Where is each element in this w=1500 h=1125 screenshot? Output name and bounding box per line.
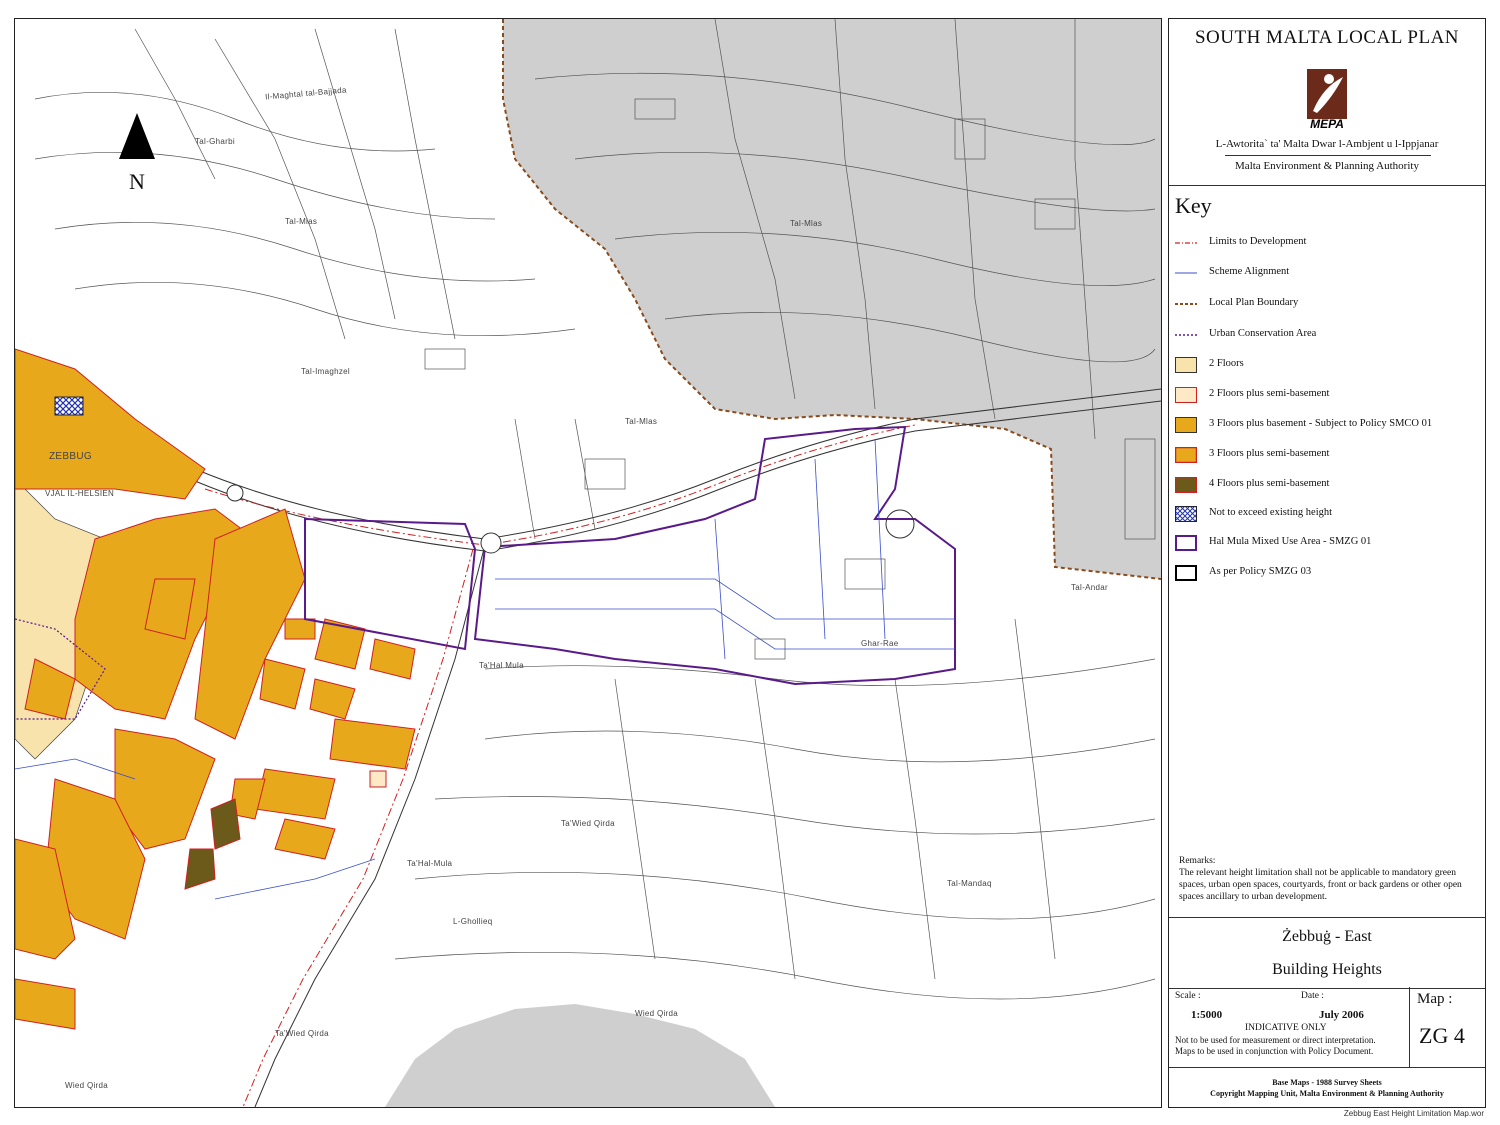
place-label: Tal-Mlas xyxy=(625,417,658,426)
place-label: ZEBBUG xyxy=(49,451,92,462)
place-label: Ta'Wied Qirda xyxy=(275,1029,329,1038)
dashed-line-icon xyxy=(1175,303,1197,305)
remarks: Remarks: The relevant height limitation … xyxy=(1179,855,1479,903)
key-item-2floors-semi: 2 Floors plus semi-basement xyxy=(1175,385,1481,407)
swatch-icon xyxy=(1175,357,1197,373)
swatch-icon xyxy=(1175,417,1197,433)
remarks-title: Remarks: xyxy=(1179,856,1216,866)
place-label: Ghar-Rae xyxy=(861,639,899,648)
plan-title: SOUTH MALTA LOCAL PLAN xyxy=(1194,27,1460,48)
date-value: July 2006 xyxy=(1319,1009,1364,1021)
swatch-icon xyxy=(1175,447,1197,463)
north-arrow: N xyxy=(115,111,159,201)
box-icon xyxy=(1175,535,1197,551)
legend-panel: SOUTH MALTA LOCAL PLAN MEPA L-Awtorita` … xyxy=(1168,18,1486,1108)
date-label: Date : xyxy=(1301,991,1324,1001)
key-item-3floors-basement: 3 Floors plus basement - Subject to Poli… xyxy=(1175,415,1481,437)
scale-label: Scale : xyxy=(1175,991,1201,1001)
building-blocks-light-redborder xyxy=(369,770,387,788)
disclaimer-2: Maps to be used in conjunction with Poli… xyxy=(1175,1046,1374,1056)
map-canvas[interactable]: N Tal-Gharbi Il-Maghtal tal-Bajjada Tal-… xyxy=(14,18,1162,1108)
key-item-existing-height: Not to exceed existing height xyxy=(1175,504,1481,526)
hatch-swatch-icon xyxy=(1175,506,1197,522)
divider xyxy=(1169,185,1485,186)
map-subject: Building Heights xyxy=(1272,961,1382,978)
hatched-block xyxy=(54,396,84,416)
key-item-4floors-semi: 4 Floors plus semi-basement xyxy=(1175,475,1481,497)
place-label: Wied Qirda xyxy=(635,1009,679,1018)
locality: Żebbuġ - East xyxy=(1282,928,1372,945)
north-label: N xyxy=(129,169,145,194)
title-block: Żebbuġ - East Building Heights xyxy=(1169,917,1485,989)
north-arrow-icon xyxy=(119,113,155,159)
key-title: Key xyxy=(1175,193,1212,218)
org-english: Malta Environment & Planning Authority xyxy=(1235,160,1419,172)
place-label: Ta'Hal Mula xyxy=(479,661,524,670)
footer-base-maps: Base Maps - 1988 Survey Sheets xyxy=(1272,1078,1382,1087)
key-item-smzg03: As per Policy SMZG 03 xyxy=(1175,563,1481,585)
place-label: Tal-Gharbi xyxy=(195,137,235,146)
org-maltese: L-Awtorita` ta' Malta Dwar l-Ambjent u l… xyxy=(1215,138,1439,150)
indicative-label: INDICATIVE ONLY xyxy=(1245,1023,1327,1033)
logo-text: MEPA xyxy=(1310,117,1344,131)
place-label: Wied Qirda xyxy=(65,1081,109,1090)
disclaimer-1: Not to be used for measurement or direct… xyxy=(1175,1035,1376,1045)
box-icon xyxy=(1175,565,1197,581)
swatch-icon xyxy=(1175,477,1197,493)
map-label: Map : xyxy=(1417,991,1453,1007)
swatch-icon xyxy=(1175,387,1197,403)
place-label: VJAL IL-HELSIEN xyxy=(45,489,115,498)
place-label: Tal-Mandaq xyxy=(947,879,992,888)
key-item-scheme: Scheme Alignment xyxy=(1175,263,1481,285)
outside-plan-area xyxy=(503,19,1161,579)
place-label: Tal-Mlas xyxy=(790,219,823,228)
key-item-hal-mula: Hal Mula Mixed Use Area - SMZG 01 xyxy=(1175,533,1481,555)
map-number: ZG 4 xyxy=(1419,1023,1465,1048)
divider xyxy=(1409,987,1410,1067)
place-label: Tal-Andar xyxy=(1071,583,1108,592)
info-block: Scale : Date : 1:5000 July 2006 INDICATI… xyxy=(1169,987,1485,1068)
key-item-limits: Limits to Development xyxy=(1175,233,1481,255)
dashdot-line-icon xyxy=(1175,242,1197,244)
place-label: L-Ghollieq xyxy=(453,917,493,926)
divider xyxy=(1225,155,1431,156)
place-label: Tal-Imaghzel xyxy=(301,367,350,376)
remarks-text: The relevant height limitation shall not… xyxy=(1179,868,1462,902)
dotted-line-icon xyxy=(1175,334,1197,336)
key-item-3floors-semi: 3 Floors plus semi-basement xyxy=(1175,445,1481,467)
key-item-boundary: Local Plan Boundary xyxy=(1175,294,1481,316)
line-icon xyxy=(1175,272,1197,274)
footer-copyright: Copyright Mapping Unit, Malta Environmen… xyxy=(1210,1089,1444,1098)
scale-value: 1:5000 xyxy=(1191,1009,1223,1021)
key-item-conservation: Urban Conservation Area xyxy=(1175,325,1481,347)
limits-to-development-line xyxy=(204,424,916,546)
key-item-2floors: 2 Floors xyxy=(1175,355,1481,377)
place-label: Ta'Wied Qirda xyxy=(561,819,615,828)
map-drawing xyxy=(15,19,1161,1107)
mepa-logo: MEPA xyxy=(1303,67,1351,133)
place-label: Ta'Hal-Mula xyxy=(407,859,453,868)
place-label: Tal-Mlas xyxy=(285,217,318,226)
footer: Base Maps - 1988 Survey Sheets Copyright… xyxy=(1169,1077,1485,1099)
file-name: Zebbug East Height Limitation Map.wor xyxy=(1343,1109,1484,1118)
valley-area xyxy=(385,1004,775,1107)
